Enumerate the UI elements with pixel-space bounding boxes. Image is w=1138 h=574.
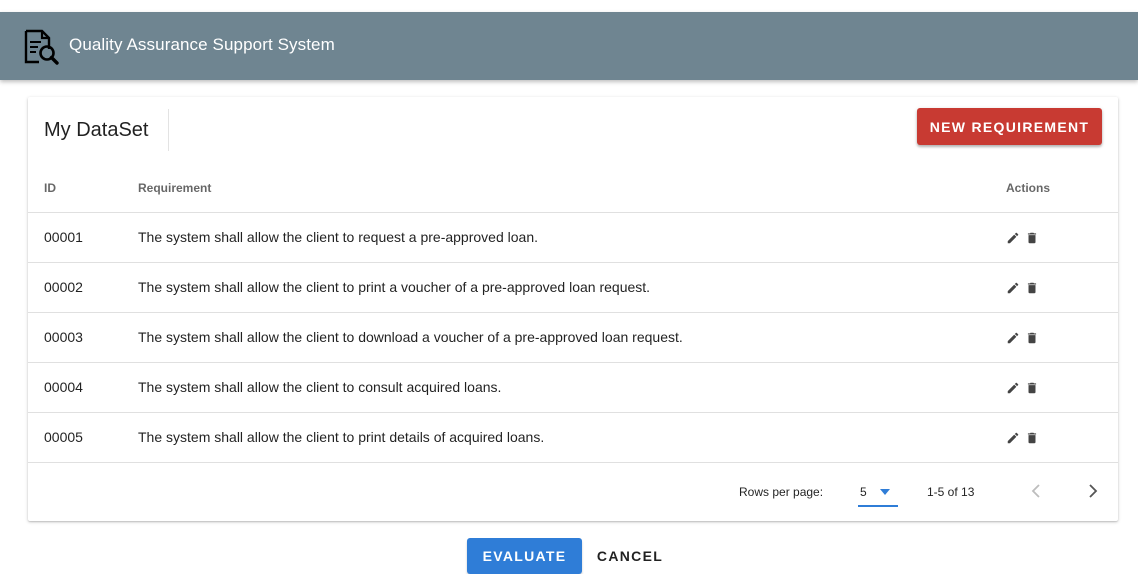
chevron-right-icon[interactable]: [1087, 482, 1099, 500]
pagination: Rows per page: 5 1-5 of 13: [28, 463, 1118, 521]
caret-down-icon: [880, 489, 890, 495]
trash-icon[interactable]: [1025, 431, 1039, 445]
column-header-id[interactable]: ID: [44, 181, 56, 195]
row-id: 00003: [44, 329, 83, 345]
row-requirement: The system shall allow the client to pri…: [138, 279, 651, 295]
cancel-button[interactable]: CANCEL: [590, 538, 670, 574]
rows-per-page-label: Rows per page:: [739, 485, 824, 499]
pencil-icon[interactable]: [1006, 431, 1020, 445]
table-row[interactable]: 00005 The system shall allow the client …: [28, 413, 1118, 463]
page-range-text: 1-5 of 13: [927, 485, 975, 499]
title-divider: [168, 109, 169, 151]
trash-icon[interactable]: [1025, 381, 1039, 395]
row-requirement: The system shall allow the client to con…: [138, 379, 502, 395]
pencil-icon[interactable]: [1006, 381, 1020, 395]
table-row[interactable]: 00002 The system shall allow the client …: [28, 263, 1118, 313]
table-header: ID Requirement Actions: [28, 165, 1118, 213]
trash-icon[interactable]: [1025, 331, 1039, 345]
row-id: 00004: [44, 379, 83, 395]
row-requirement: The system shall allow the client to dow…: [138, 329, 683, 345]
new-requirement-button[interactable]: NEW REQUIREMENT: [917, 108, 1102, 145]
page-title: My DataSet: [44, 119, 149, 141]
column-header-requirement[interactable]: Requirement: [138, 181, 211, 195]
app-title: Quality Assurance Support System: [69, 35, 335, 54]
pencil-icon[interactable]: [1006, 231, 1020, 245]
chevron-left-icon[interactable]: [1030, 482, 1042, 500]
rows-per-page-select[interactable]: 5: [858, 477, 898, 507]
dataset-card: My DataSet NEW REQUIREMENT ID Requiremen…: [28, 97, 1118, 521]
row-id: 00005: [44, 429, 83, 445]
app-bar: Quality Assurance Support System: [0, 12, 1138, 80]
table-row[interactable]: 00001 The system shall allow the client …: [28, 213, 1118, 263]
row-requirement: The system shall allow the client to pri…: [138, 429, 545, 445]
table-row[interactable]: 00004 The system shall allow the client …: [28, 363, 1118, 413]
table-row[interactable]: 00003 The system shall allow the client …: [28, 313, 1118, 363]
row-requirement: The system shall allow the client to req…: [138, 229, 538, 245]
document-magnifier-icon: [24, 29, 59, 65]
pencil-icon[interactable]: [1006, 281, 1020, 295]
trash-icon[interactable]: [1025, 231, 1039, 245]
evaluate-button[interactable]: EVALUATE: [467, 538, 582, 574]
column-header-actions: Actions: [1006, 181, 1051, 195]
row-id: 00002: [44, 279, 83, 295]
trash-icon[interactable]: [1025, 281, 1039, 295]
row-id: 00001: [44, 229, 83, 245]
pencil-icon[interactable]: [1006, 331, 1020, 345]
rows-per-page-value: 5: [860, 485, 867, 499]
